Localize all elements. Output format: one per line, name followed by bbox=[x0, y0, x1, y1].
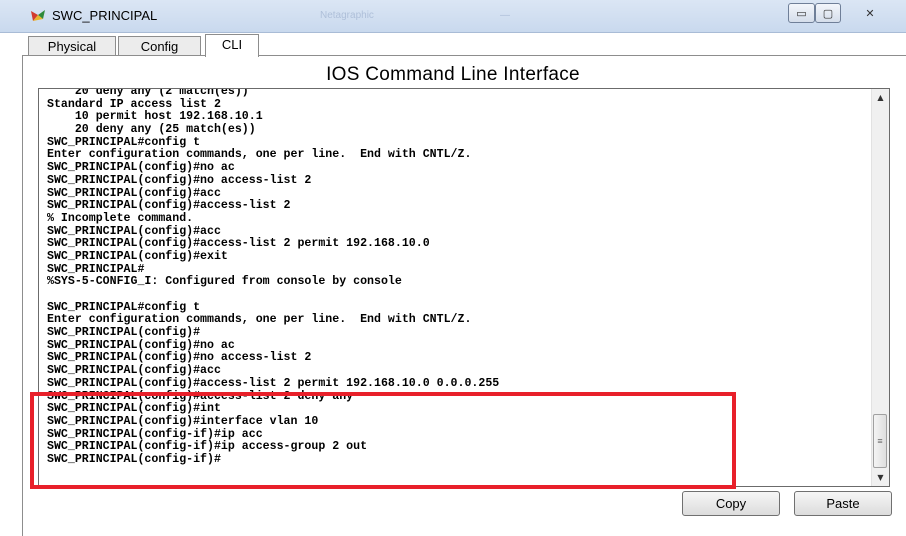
terminal-line: SWC_PRINCIPAL(config)#int bbox=[47, 402, 221, 416]
blurred-title-text: — bbox=[500, 10, 510, 21]
terminal-line: SWC_PRINCIPAL(config)#no ac bbox=[47, 161, 235, 175]
scroll-down-icon[interactable]: ▼ bbox=[872, 469, 889, 486]
close-icon: ✕ bbox=[865, 6, 875, 20]
window-title: SWC_PRINCIPAL bbox=[52, 8, 158, 23]
terminal-line: SWC_PRINCIPAL(config)#access-list 2 bbox=[47, 199, 291, 213]
maximize-button[interactable]: ▢ bbox=[815, 3, 841, 23]
terminal-line: % Incomplete command. bbox=[47, 211, 194, 225]
title-bar[interactable]: SWC_PRINCIPAL Netagraphic — ▭ ▢ ✕ bbox=[0, 0, 906, 33]
scroll-thumb[interactable]: ≡ bbox=[873, 414, 887, 468]
terminal-line: 20 deny any (25 match(es)) bbox=[47, 123, 256, 137]
grip-icon: ≡ bbox=[877, 436, 883, 446]
terminal-line: SWC_PRINCIPAL(config-if)# bbox=[47, 452, 221, 466]
terminal-line: SWC_PRINCIPAL(config)#interface vlan 10 bbox=[47, 414, 319, 428]
copy-button[interactable]: Copy bbox=[682, 491, 780, 516]
terminal-output: 20 deny any (2 match(es)) Standard IP acc… bbox=[47, 89, 867, 467]
minimize-icon: ▭ bbox=[796, 6, 807, 20]
minimize-button[interactable]: ▭ bbox=[788, 3, 815, 23]
cli-terminal[interactable]: 20 deny any (2 match(es)) Standard IP acc… bbox=[38, 88, 890, 487]
terminal-line: SWC_PRINCIPAL(config)# bbox=[47, 326, 201, 340]
maximize-icon: ▢ bbox=[822, 6, 834, 20]
router-app-icon bbox=[31, 10, 45, 21]
tab-physical[interactable]: Physical bbox=[28, 36, 116, 55]
tab-config[interactable]: Config bbox=[118, 36, 201, 55]
tab-cli[interactable]: CLI bbox=[205, 34, 259, 57]
terminal-line: %SYS-5-CONFIG_I: Configured from console… bbox=[47, 275, 402, 289]
page-title: IOS Command Line Interface bbox=[326, 64, 580, 85]
terminal-line: SWC_PRINCIPAL(config)#access-list 2 perm… bbox=[47, 376, 500, 390]
blurred-title-text: Netagraphic bbox=[320, 10, 374, 21]
terminal-line: SWC_PRINCIPAL(config)#acc bbox=[47, 364, 221, 378]
terminal-line: SWC_PRINCIPAL(config)#no access-list 2 bbox=[47, 173, 312, 187]
vertical-scrollbar[interactable]: ▲ ≡ ▼ bbox=[871, 89, 889, 486]
paste-button[interactable]: Paste bbox=[794, 491, 892, 516]
terminal-line: SWC_PRINCIPAL(config)#exit bbox=[47, 249, 228, 263]
close-button[interactable]: ✕ bbox=[849, 3, 891, 23]
scroll-up-icon[interactable]: ▲ bbox=[872, 89, 889, 106]
